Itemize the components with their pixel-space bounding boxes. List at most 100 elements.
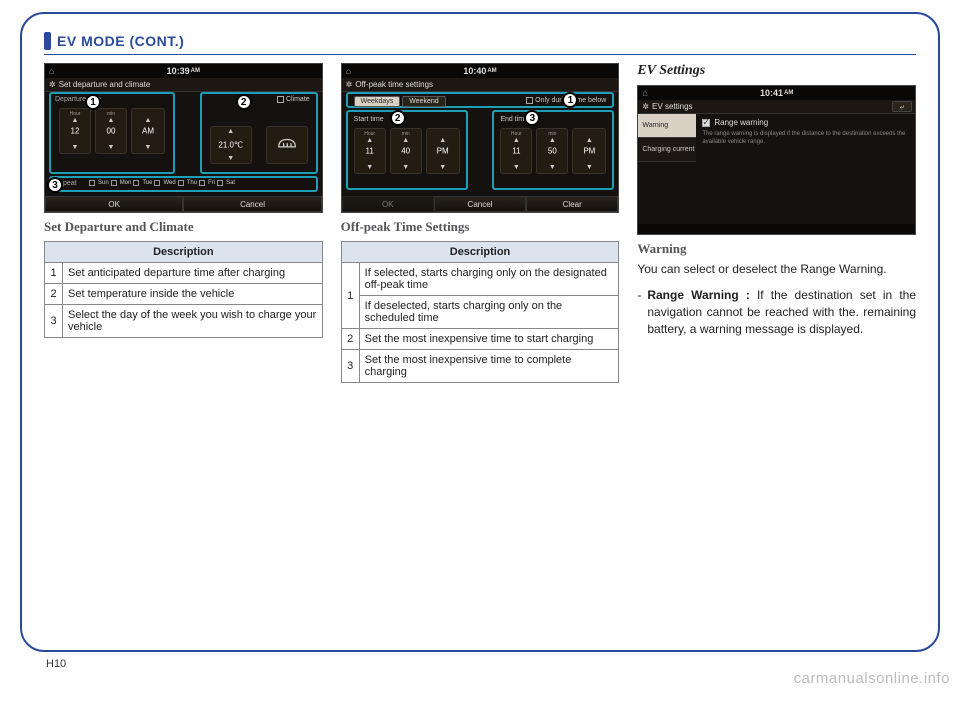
row-index: 1 xyxy=(341,263,359,329)
back-button[interactable]: ⤶ xyxy=(892,101,912,112)
screen-body: Weekdays Weekend Only during time below … xyxy=(342,92,619,192)
arrow-up-icon[interactable]: ▲ xyxy=(501,137,531,144)
checkbox-icon[interactable] xyxy=(277,96,284,103)
clock-ampm: AM xyxy=(784,90,793,96)
arrow-up-icon[interactable]: ▲ xyxy=(211,128,251,135)
arrow-up-icon[interactable]: ▲ xyxy=(96,117,126,124)
header-inner: EV MODE (CONT.) xyxy=(44,32,916,55)
checkbox-icon[interactable] xyxy=(178,180,184,186)
checkbox-icon[interactable] xyxy=(154,180,160,186)
end-min-spinner[interactable]: min ▲ 50 ▼ xyxy=(536,128,568,174)
arrow-down-icon[interactable]: ▼ xyxy=(391,164,421,171)
arrow-down-icon[interactable]: ▼ xyxy=(60,144,90,151)
table-header: Description xyxy=(341,242,619,263)
arrow-up-icon[interactable]: ▲ xyxy=(391,137,421,144)
ampm-value: AM xyxy=(132,127,164,136)
arrow-down-icon[interactable]: ▼ xyxy=(501,164,531,171)
arrow-down-icon[interactable]: ▼ xyxy=(96,144,126,151)
page-header: EV MODE (CONT.) xyxy=(44,32,916,55)
end-hour-spinner[interactable]: Hour ▲ 11 ▼ xyxy=(500,128,532,174)
start-min-spinner[interactable]: min ▲ 40 ▼ xyxy=(390,128,422,174)
menu-item-charging-current[interactable]: Charging current xyxy=(638,138,696,162)
arrow-down-icon[interactable]: ▼ xyxy=(132,144,164,151)
tab-weekend[interactable]: Weekend xyxy=(402,96,445,107)
end-ampm-spinner[interactable]: ▲ PM ▼ xyxy=(572,128,606,174)
ok-button[interactable]: OK xyxy=(342,196,434,212)
checkbox-icon[interactable] xyxy=(199,180,205,186)
column-3: EV Settings ⌂ 10:41AM ✲ EV settings ⤶ Wa… xyxy=(637,63,916,383)
day-wed[interactable]: Wed xyxy=(163,180,175,186)
bottom-bar: OK Cancel xyxy=(45,196,322,212)
checkbox-checked-icon[interactable] xyxy=(702,119,710,127)
row-index: 2 xyxy=(45,284,63,305)
start-time-label: Start time xyxy=(354,116,384,123)
arrow-up-icon[interactable]: ▲ xyxy=(537,137,567,144)
day-mon[interactable]: Mon xyxy=(120,180,132,186)
minute-value: 00 xyxy=(96,127,126,136)
temperature-value: 21.0℃ xyxy=(211,141,251,150)
day-thu[interactable]: Thu xyxy=(187,180,197,186)
screen-title: Off-peak time settings xyxy=(355,80,433,89)
cancel-button[interactable]: Cancel xyxy=(434,196,526,212)
range-warning-label: Range warning xyxy=(714,118,768,127)
arrow-up-icon[interactable]: ▲ xyxy=(573,137,605,144)
start-min-value: 40 xyxy=(391,147,421,156)
ampm-spinner[interactable]: ▲ AM ▼ xyxy=(131,108,165,154)
arrow-up-icon[interactable]: ▲ xyxy=(60,117,90,124)
start-ampm-spinner[interactable]: ▲ PM ▼ xyxy=(426,128,460,174)
arrow-down-icon[interactable]: ▼ xyxy=(211,155,251,162)
cancel-button[interactable]: Cancel xyxy=(183,196,321,212)
arrow-down-icon[interactable]: ▼ xyxy=(537,164,567,171)
days-row: Sun Mon Tue Wed Thu Fri Sat xyxy=(87,176,316,190)
screen-title: Set departure and climate xyxy=(59,80,151,89)
climate-header[interactable]: Climate xyxy=(277,96,310,103)
title-accent-bar xyxy=(44,32,51,50)
side-menu: Warning Charging current xyxy=(638,114,696,218)
end-time-panel: End time Hour ▲ 11 ▼ min ▲ 50 ▼ xyxy=(492,110,614,190)
defrost-icon xyxy=(276,134,298,156)
defrost-button[interactable] xyxy=(266,126,308,164)
table-row: If deselected, starts charging only on t… xyxy=(341,296,619,329)
arrow-up-icon[interactable]: ▲ xyxy=(132,117,164,124)
bullet-text: Range Warning : If the destination set i… xyxy=(647,287,916,337)
arrow-up-icon[interactable]: ▲ xyxy=(427,137,459,144)
checkbox-icon[interactable] xyxy=(526,97,533,104)
table-row: 2Set temperature inside the vehicle xyxy=(45,284,323,305)
arrow-up-icon[interactable]: ▲ xyxy=(355,137,385,144)
minute-spinner[interactable]: min ▲ 00 ▼ xyxy=(95,108,127,154)
menu-item-warning[interactable]: Warning xyxy=(638,114,696,138)
callout-2: 2 xyxy=(390,110,406,126)
page-title: EV MODE (CONT.) xyxy=(57,33,184,49)
checkbox-icon[interactable] xyxy=(133,180,139,186)
table-row: 3Set the most inexpensive time to comple… xyxy=(341,350,619,383)
range-warning-checkbox-row[interactable]: Range warning xyxy=(702,118,909,127)
section-subhead: Set Departure and Climate xyxy=(44,219,323,235)
callout-3: 3 xyxy=(47,177,63,193)
arrow-down-icon[interactable]: ▼ xyxy=(355,164,385,171)
callout-2: 2 xyxy=(236,94,252,110)
row-desc: If deselected, starts charging only on t… xyxy=(359,296,619,329)
checkbox-icon[interactable] xyxy=(89,180,95,186)
bottom-bar xyxy=(638,224,915,234)
temperature-spinner[interactable]: ▲ 21.0℃ ▼ xyxy=(210,126,252,164)
checkbox-icon[interactable] xyxy=(111,180,117,186)
day-tue[interactable]: Tue xyxy=(142,180,152,186)
day-sat[interactable]: Sat xyxy=(226,180,235,186)
row-index: 3 xyxy=(341,350,359,383)
clear-button[interactable]: Clear xyxy=(526,196,618,212)
day-fri[interactable]: Fri xyxy=(208,180,215,186)
checkbox-icon[interactable] xyxy=(217,180,223,186)
day-sun[interactable]: Sun xyxy=(98,180,109,186)
arrow-down-icon[interactable]: ▼ xyxy=(427,164,459,171)
screen-title-row: ✲ EV settings xyxy=(638,100,915,114)
hour-spinner[interactable]: Hour ▲ 12 ▼ xyxy=(59,108,91,154)
tab-weekdays[interactable]: Weekdays xyxy=(354,96,401,107)
start-hour-spinner[interactable]: Hour ▲ 11 ▼ xyxy=(354,128,386,174)
row-desc: Select the day of the week you wish to c… xyxy=(63,305,323,338)
description-table: Description 1Set anticipated departure t… xyxy=(44,241,323,338)
column-2: ⌂ 10:40AM ✲ Off-peak time settings Weekd… xyxy=(341,63,620,383)
arrow-down-icon[interactable]: ▼ xyxy=(573,164,605,171)
ok-button[interactable]: OK xyxy=(45,196,183,212)
watermark: carmanualsonline.info xyxy=(794,670,950,687)
row-desc: Set anticipated departure time after cha… xyxy=(63,263,323,284)
